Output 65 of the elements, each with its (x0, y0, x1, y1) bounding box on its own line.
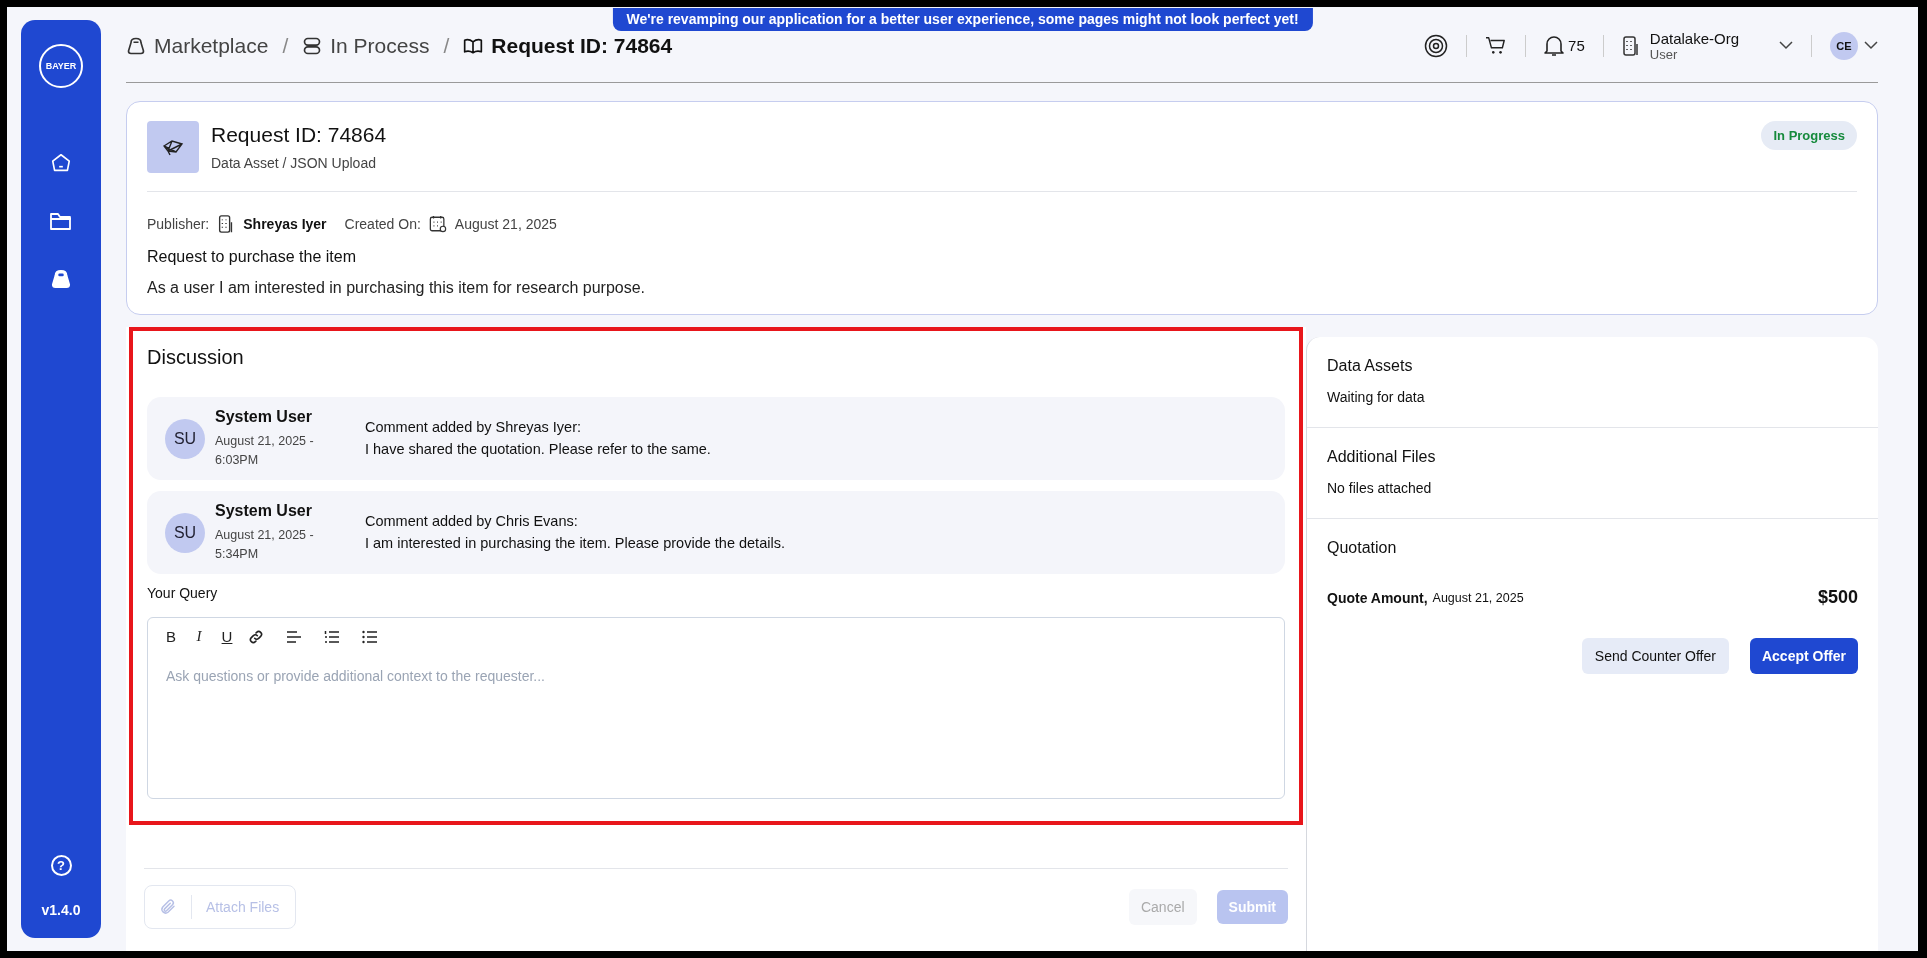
section-text: Waiting for data (1327, 389, 1426, 405)
comment-text: Comment added by Shreyas Iyer: I have shared the quotation. Please refer to the same. (365, 418, 711, 459)
breadcrumb-link[interactable]: Request ID: 74864 (491, 33, 673, 58)
calendar-icon (428, 215, 447, 233)
stack-icon (302, 35, 323, 56)
help-icon[interactable]: ? (50, 855, 72, 876)
align-left-icon[interactable] (286, 629, 302, 644)
building-icon (1621, 34, 1640, 57)
breadcrumb-link[interactable]: In Process (330, 33, 430, 58)
discussion-title: Discussion (147, 346, 245, 369)
comment-author: System User (215, 408, 313, 427)
italic-button[interactable]: I (192, 628, 206, 645)
query-label: Your Query (147, 585, 219, 601)
bag-icon (126, 35, 146, 56)
accept-offer-button[interactable]: Accept Offer (1749, 638, 1858, 674)
section-title: Quotation (1327, 539, 1398, 557)
query-editor[interactable]: B I U Ask questions or provide additional context to the requester... (147, 617, 1285, 799)
request-title: Request ID: 74864 (211, 123, 387, 147)
comment-text: Comment added by Chris Evans: I am interested in purchasing the item. Please provide the details. (365, 512, 785, 553)
organization-name: Datalake-Org (1649, 29, 1739, 47)
comment-date: August 21, 2025 - 6:03PM (215, 433, 315, 469)
request-heading: Request to purchase the item (147, 248, 357, 266)
quote-label: Quote Amount, (1327, 589, 1428, 606)
user-avatar: SU (165, 512, 205, 553)
bag-icon[interactable] (50, 268, 72, 290)
publisher-name: Shreyas Iyer (243, 216, 327, 232)
user-avatar[interactable]: CE (1830, 31, 1858, 60)
folder-icon[interactable] (49, 210, 73, 232)
comment-author: System User (215, 502, 313, 521)
section-text: No files attached (1327, 480, 1433, 496)
numbered-list-icon[interactable] (324, 629, 340, 644)
chevron-down-icon[interactable] (1864, 41, 1878, 50)
publisher-label: Publisher: (147, 216, 210, 232)
logo: BAYER (39, 44, 83, 88)
version-label: v1.4.0 (41, 902, 81, 918)
settings-icon[interactable] (1424, 33, 1449, 58)
comment-date: August 21, 2025 - 5:34PM (215, 527, 315, 563)
section-title: Additional Files (1327, 448, 1437, 466)
link-icon[interactable] (248, 628, 264, 645)
asset-icon (147, 121, 199, 173)
created-date: August 21, 2025 (454, 216, 557, 232)
notification-count: 75 (1568, 37, 1585, 54)
cart-icon[interactable] (1485, 35, 1508, 56)
counter-offer-button[interactable]: Send Counter Offer (1581, 638, 1729, 674)
quote-amount: $500 (1817, 587, 1858, 608)
paperclip-icon (159, 898, 177, 916)
section-title: Data Assets (1327, 357, 1414, 375)
request-type: Data Asset / JSON Upload (211, 155, 377, 171)
announcement-banner: We're revamping our application for a better user experience, some pages might not look perfect yet! (612, 8, 1313, 31)
bold-button[interactable]: B (164, 628, 178, 645)
user-avatar: SU (165, 418, 205, 459)
created-label: Created On: (344, 216, 421, 232)
chevron-down-icon[interactable] (1779, 41, 1793, 50)
breadcrumb-link[interactable]: Marketplace (154, 33, 269, 58)
breadcrumb-separator: / (282, 33, 289, 58)
status-badge: In Progress (1761, 121, 1857, 150)
underline-button[interactable]: U (220, 628, 234, 645)
book-icon (463, 36, 484, 55)
breadcrumb-separator: / (443, 33, 450, 58)
quote-date: August 21, 2025 (1432, 590, 1524, 605)
request-description: As a user I am interested in purchasing this item for research purpose. (147, 279, 646, 297)
home-icon[interactable] (50, 152, 72, 174)
user-role: User (1649, 46, 1678, 62)
bell-icon[interactable] (1544, 34, 1565, 57)
bullet-list-icon[interactable] (362, 629, 378, 644)
